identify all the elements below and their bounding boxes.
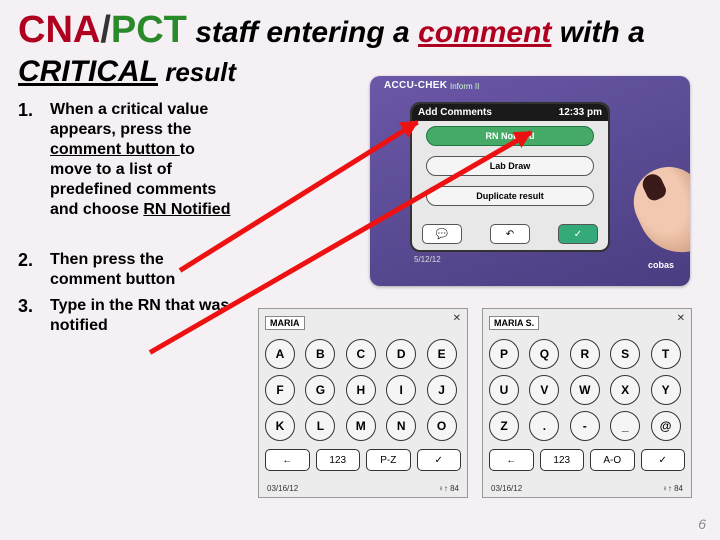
device-brand: ACCU-CHEK [384,80,447,91]
keypad-right-bottom: ← 123 A-O ✓ [489,449,685,471]
key[interactable]: I [386,375,416,405]
key[interactable]: W [570,375,600,405]
key[interactable]: P [489,339,519,369]
keypad-right-grid: P Q R S T U V W X Y Z . - _ @ [489,339,685,441]
option-lab-draw[interactable]: Lab Draw [426,156,594,176]
key[interactable]: A [265,339,295,369]
step-2-text: Then press the comment button [50,250,238,290]
key[interactable]: F [265,375,295,405]
title-mid2: with a [551,16,644,49]
keypad-right-label: MARIA S. [489,316,539,330]
title-comment: comment [418,16,551,49]
backspace-button[interactable]: ← [489,449,534,471]
confirm-button[interactable]: ✓ [417,449,462,471]
title-critical: CRITICAL [18,55,158,88]
range-pz-button[interactable]: P-Z [366,449,411,471]
device-screen: Add Comments 12:33 pm RN Notified Lab Dr… [410,102,610,252]
back-button[interactable]: ↶ [490,224,530,244]
step-1: 1. When a critical value appears, press … [18,100,238,220]
step-2-num: 2. [18,250,38,290]
page-number: 6 [698,516,706,532]
title-cna: CNA [18,9,100,51]
keypad-left-close[interactable]: ✕ [453,313,461,324]
comment-icon-button[interactable]: 💬 [422,224,462,244]
key[interactable]: J [427,375,457,405]
key[interactable]: G [305,375,335,405]
keypad-right-sig: ♀↑ 84 [662,484,683,493]
step-1-text: When a critical value appears, press the… [50,100,238,220]
keypad-right: MARIA S. ✕ P Q R S T U V W X Y Z . - _ @… [482,308,692,498]
finger [622,155,690,266]
step-1-num: 1. [18,100,38,220]
keypad-right-footer: 03/16/12 ♀↑ 84 [491,484,683,493]
instruction-list: 1. When a critical value appears, press … [18,100,238,366]
key[interactable]: X [610,375,640,405]
numbers-button[interactable]: 123 [540,449,585,471]
keypad-left: MARIA ✕ A B C D E F G H I J K L M N O ← … [258,308,468,498]
screen-footer: 💬 ↶ ✓ [412,220,608,250]
step-3-num: 3. [18,296,38,336]
ok-button[interactable]: ✓ [558,224,598,244]
key[interactable]: - [570,411,600,441]
device-cobas: cobas [648,260,674,270]
key[interactable]: M [346,411,376,441]
title-pct: PCT [111,9,187,51]
keypad-left-footer: 03/16/12 ♀↑ 84 [267,484,459,493]
keypad-right-close[interactable]: ✕ [677,313,685,324]
backspace-button[interactable]: ← [265,449,310,471]
device-brand-sub: Inform II [450,82,479,91]
key[interactable]: L [305,411,335,441]
keypad-left-date: 03/16/12 [267,484,298,493]
keypad-area: MARIA ✕ A B C D E F G H I J K L M N O ← … [258,308,692,498]
device-photo: ACCU-CHEK Inform II Add Comments 12:33 p… [370,76,690,286]
key[interactable]: . [529,411,559,441]
title-result: result [158,57,236,87]
key[interactable]: Y [651,375,681,405]
range-ao-button[interactable]: A-O [590,449,635,471]
option-duplicate[interactable]: Duplicate result [426,186,594,206]
key[interactable]: Q [529,339,559,369]
key[interactable]: N [386,411,416,441]
key[interactable]: C [346,339,376,369]
keypad-left-label: MARIA [265,316,305,330]
device-date: 5/12/12 [414,255,441,264]
confirm-button[interactable]: ✓ [641,449,686,471]
key[interactable]: R [570,339,600,369]
keypad-right-date: 03/16/12 [491,484,522,493]
screen-title: Add Comments [418,107,492,118]
key[interactable]: H [346,375,376,405]
numbers-button[interactable]: 123 [316,449,361,471]
key[interactable]: K [265,411,295,441]
key[interactable]: S [610,339,640,369]
key[interactable]: Z [489,411,519,441]
screen-time: 12:33 pm [559,107,602,118]
keypad-left-bottom: ← 123 P-Z ✓ [265,449,461,471]
key[interactable]: V [529,375,559,405]
step-3: 3. Type in the RN that was notified [18,296,238,336]
keypad-left-sig: ♀↑ 84 [438,484,459,493]
key[interactable]: E [427,339,457,369]
screen-header: Add Comments 12:33 pm [412,104,608,121]
key[interactable]: D [386,339,416,369]
title-mid1: staff entering a [187,16,418,49]
key[interactable]: T [651,339,681,369]
keypad-left-grid: A B C D E F G H I J K L M N O [265,339,461,441]
key[interactable]: _ [610,411,640,441]
title-slash: / [100,9,111,51]
key[interactable]: B [305,339,335,369]
key[interactable]: @ [651,411,681,441]
key[interactable]: U [489,375,519,405]
key[interactable]: O [427,411,457,441]
